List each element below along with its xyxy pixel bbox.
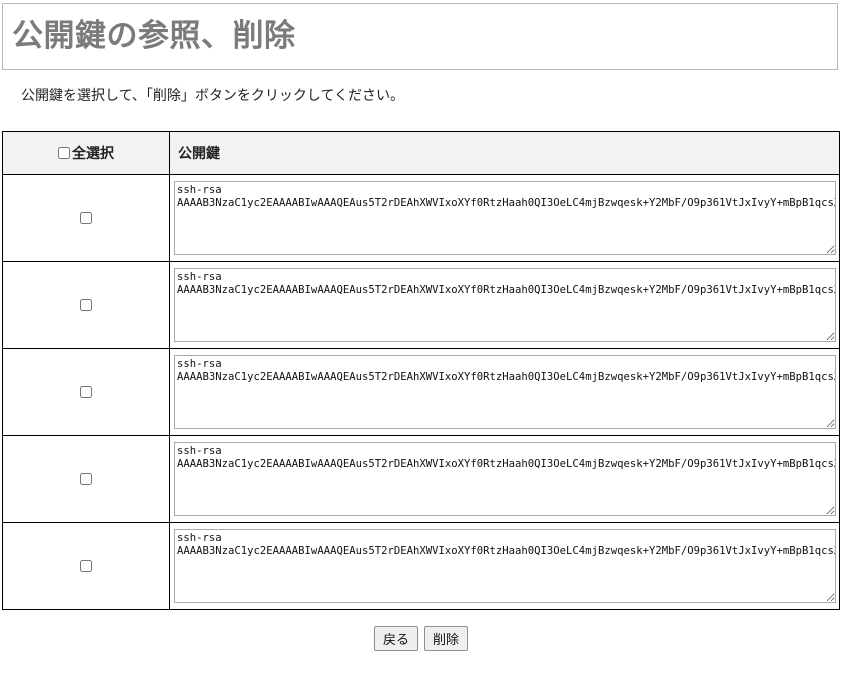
row-checkbox[interactable] xyxy=(80,385,92,398)
table-row: ssh-rsa AAAAB3NzaC1yc2EAAAABIwAAAQEAus5T… xyxy=(2,348,840,436)
back-button[interactable]: 戻る xyxy=(373,626,418,651)
instruction-text: 公開鍵を選択して、「削除」ボタンをクリックしてください。 xyxy=(21,88,405,104)
row-checkbox[interactable] xyxy=(80,298,92,311)
select-all-control: 全選択 xyxy=(58,143,114,163)
page-title: 公開鍵の参照、削除 xyxy=(12,18,296,54)
public-key-textarea[interactable]: ssh-rsa AAAAB3NzaC1yc2EAAAABIwAAAQEAus5T… xyxy=(174,442,836,516)
table-row: ssh-rsa AAAAB3NzaC1yc2EAAAABIwAAAQEAus5T… xyxy=(2,174,840,262)
public-key-header: 公開鍵 xyxy=(169,131,840,175)
row-select-cell xyxy=(2,435,170,523)
row-checkbox[interactable] xyxy=(80,472,92,485)
row-checkbox[interactable] xyxy=(80,211,92,224)
table-header-row: 全選択 公開鍵 xyxy=(2,131,840,175)
select-all-label: 全選択 xyxy=(72,146,114,162)
row-checkbox[interactable] xyxy=(80,559,92,572)
table-row: ssh-rsa AAAAB3NzaC1yc2EAAAABIwAAAQEAus5T… xyxy=(2,435,840,523)
public-key-textarea[interactable]: ssh-rsa AAAAB3NzaC1yc2EAAAABIwAAAQEAus5T… xyxy=(174,268,836,342)
delete-button[interactable]: 削除 xyxy=(424,626,469,651)
row-select-cell xyxy=(2,261,170,349)
action-buttons: 戻る 削除 xyxy=(0,626,842,651)
select-all-checkbox[interactable] xyxy=(58,147,70,159)
public-key-textarea[interactable]: ssh-rsa AAAAB3NzaC1yc2EAAAABIwAAAQEAus5T… xyxy=(174,181,836,255)
page-header: 公開鍵の参照、削除 xyxy=(2,3,838,70)
row-select-cell xyxy=(2,174,170,262)
key-cell: ssh-rsa AAAAB3NzaC1yc2EAAAABIwAAAQEAus5T… xyxy=(169,435,840,523)
row-select-cell xyxy=(2,522,170,610)
table-row: ssh-rsa AAAAB3NzaC1yc2EAAAABIwAAAQEAus5T… xyxy=(2,522,840,610)
key-cell: ssh-rsa AAAAB3NzaC1yc2EAAAABIwAAAQEAus5T… xyxy=(169,174,840,262)
public-key-table: 全選択 公開鍵 ssh-rsa AAAAB3NzaC1yc2EAAAABIwAA… xyxy=(2,131,840,610)
table-row: ssh-rsa AAAAB3NzaC1yc2EAAAABIwAAAQEAus5T… xyxy=(2,261,840,349)
public-key-textarea[interactable]: ssh-rsa AAAAB3NzaC1yc2EAAAABIwAAAQEAus5T… xyxy=(174,355,836,429)
key-cell: ssh-rsa AAAAB3NzaC1yc2EAAAABIwAAAQEAus5T… xyxy=(169,261,840,349)
key-cell: ssh-rsa AAAAB3NzaC1yc2EAAAABIwAAAQEAus5T… xyxy=(169,522,840,610)
public-key-textarea[interactable]: ssh-rsa AAAAB3NzaC1yc2EAAAABIwAAAQEAus5T… xyxy=(174,529,836,603)
row-select-cell xyxy=(2,348,170,436)
select-all-header: 全選択 xyxy=(2,131,170,175)
key-cell: ssh-rsa AAAAB3NzaC1yc2EAAAABIwAAAQEAus5T… xyxy=(169,348,840,436)
